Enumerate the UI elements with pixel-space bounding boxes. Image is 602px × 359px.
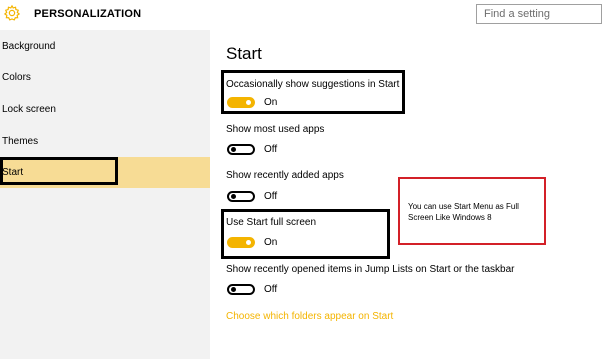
toggle-recently-added[interactable] — [227, 191, 255, 202]
section-heading: Start — [226, 44, 262, 63]
highlight-box-full-screen — [221, 209, 390, 259]
sidebar: Background Colors Lock screen Themes Sta… — [0, 30, 210, 359]
toggle-state-most-used: Off — [264, 144, 278, 155]
toggle-state-jump-lists: Off — [264, 284, 278, 295]
toggle-jump-lists[interactable] — [227, 284, 255, 295]
toggle-state-recently-added: Off — [264, 191, 278, 202]
search-input[interactable]: Find a setting — [476, 4, 602, 24]
setting-label-most-used: Show most used apps — [226, 124, 325, 135]
setting-label-recently-added: Show recently added apps — [226, 170, 344, 181]
header-bar: PERSONALIZATION Find a setting — [0, 0, 602, 30]
sidebar-item-label: Themes — [2, 136, 39, 147]
toggle-most-used[interactable] — [227, 144, 255, 155]
highlight-box-suggestions — [221, 70, 405, 114]
highlight-box-start — [0, 157, 118, 185]
sidebar-item-colors[interactable]: Colors — [0, 62, 210, 93]
choose-folders-link[interactable]: Choose which folders appear on Start — [226, 311, 393, 322]
page-title: PERSONALIZATION — [34, 8, 142, 20]
sidebar-item-label: Colors — [2, 72, 31, 83]
sidebar-item-background[interactable]: Background — [0, 31, 210, 62]
sidebar-item-label: Lock screen — [2, 104, 56, 115]
toggle-knob — [231, 147, 236, 152]
setting-label-jump-lists: Show recently opened items in Jump Lists… — [226, 264, 515, 275]
annotation-note: You can use Start Menu as Full Screen Li… — [408, 202, 519, 222]
gear-icon — [3, 4, 21, 21]
sidebar-item-themes[interactable]: Themes — [0, 126, 210, 157]
annotation-callout: You can use Start Menu as Full Screen Li… — [398, 177, 546, 245]
toggle-knob — [231, 287, 236, 292]
toggle-knob — [231, 194, 236, 199]
sidebar-item-label: Background — [2, 41, 56, 52]
sidebar-item-lock-screen[interactable]: Lock screen — [0, 94, 210, 125]
